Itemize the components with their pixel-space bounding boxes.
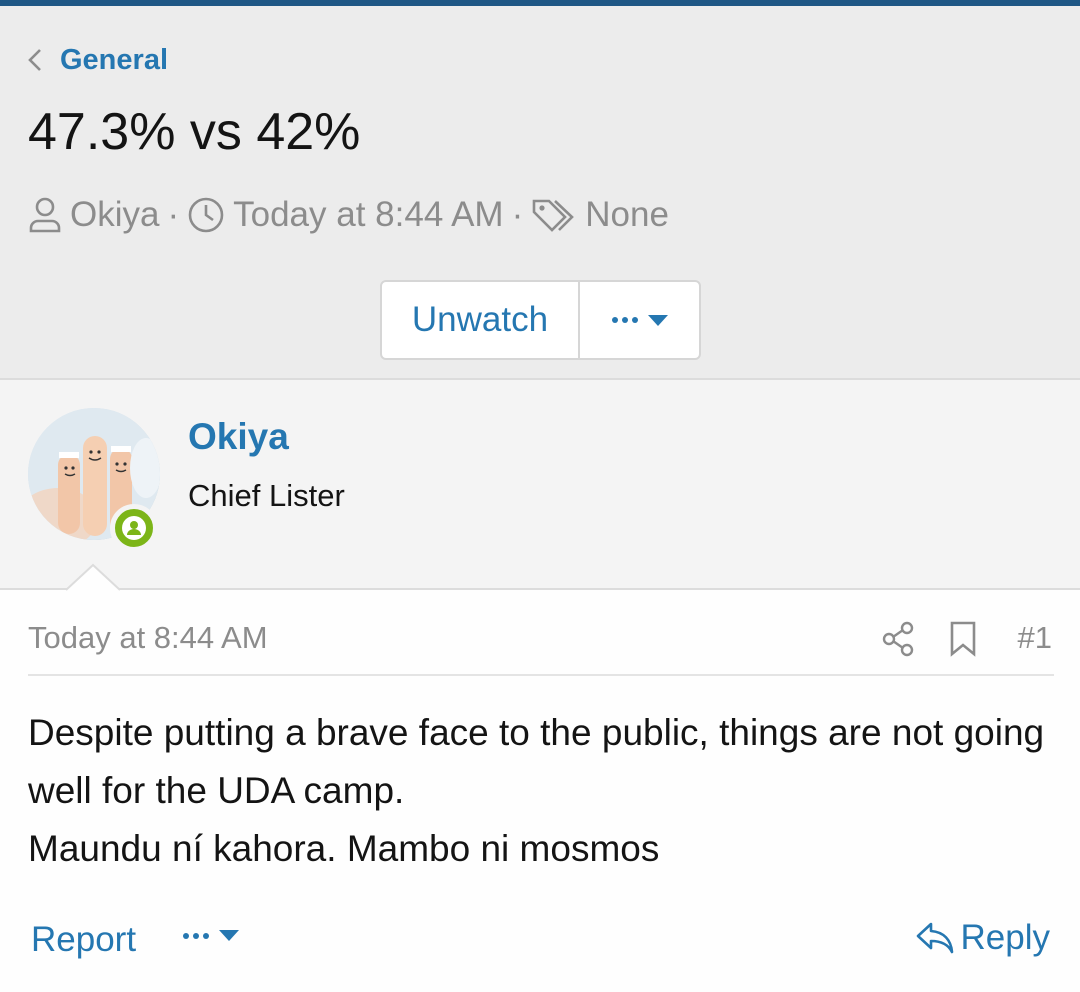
thread-more-button[interactable] [580, 282, 699, 358]
thread-action-group: Unwatch [380, 280, 701, 360]
bookmark-icon[interactable] [948, 620, 978, 658]
post-text-line: Maundu ní kahora. Mambo ni mosmos [28, 828, 660, 869]
post-text-line: Despite putting a brave face to the publ… [28, 712, 1045, 811]
thread-title: 47.3% vs 42% [28, 103, 361, 161]
reply-icon [916, 922, 953, 954]
reply-button[interactable]: Reply [915, 918, 1050, 958]
breadcrumb-link-general[interactable]: General [60, 44, 168, 77]
thread-author[interactable]: Okiya [70, 195, 159, 235]
post-more-button[interactable] [183, 930, 239, 941]
message-pointer [66, 563, 120, 591]
chevron-left-icon[interactable] [28, 48, 42, 72]
ellipsis-icon [183, 932, 209, 939]
reply-label[interactable]: Reply [961, 918, 1050, 958]
ellipsis-icon [611, 317, 638, 323]
online-status-badge [110, 504, 158, 552]
thread-meta: Okiya · Today at 8:44 AM · None [28, 190, 669, 240]
post-content: Despite putting a brave face to the publ… [28, 704, 1058, 878]
thread-header: General 47.3% vs 42% Okiya · Today at 8:… [0, 6, 1080, 378]
post-date[interactable]: Today at 8:44 AM [28, 620, 268, 656]
breadcrumb[interactable]: General [28, 40, 168, 80]
meta-separator: · [511, 195, 524, 234]
thread-tags[interactable]: None [585, 195, 669, 235]
user-online-icon [122, 516, 146, 540]
user-icon [29, 197, 61, 233]
user-title: Chief Lister [188, 478, 345, 513]
report-button[interactable]: Report [31, 920, 136, 960]
post-number[interactable]: #1 [1018, 620, 1052, 656]
share-icon[interactable] [880, 620, 916, 658]
tags-icon [532, 199, 575, 232]
caret-down-icon [219, 930, 239, 941]
post-meta-bar: Today at 8:44 AM #1 [28, 614, 1054, 676]
unwatch-button[interactable]: Unwatch [382, 282, 580, 358]
caret-down-icon [647, 314, 668, 326]
meta-separator: · [167, 195, 180, 234]
clock-icon [188, 197, 224, 233]
post-user-card: Okiya Chief Lister [0, 378, 1080, 590]
post-actions: Report Reply [0, 910, 1080, 970]
post-username[interactable]: Okiya [188, 416, 289, 458]
thread-time[interactable]: Today at 8:44 AM [233, 195, 503, 235]
